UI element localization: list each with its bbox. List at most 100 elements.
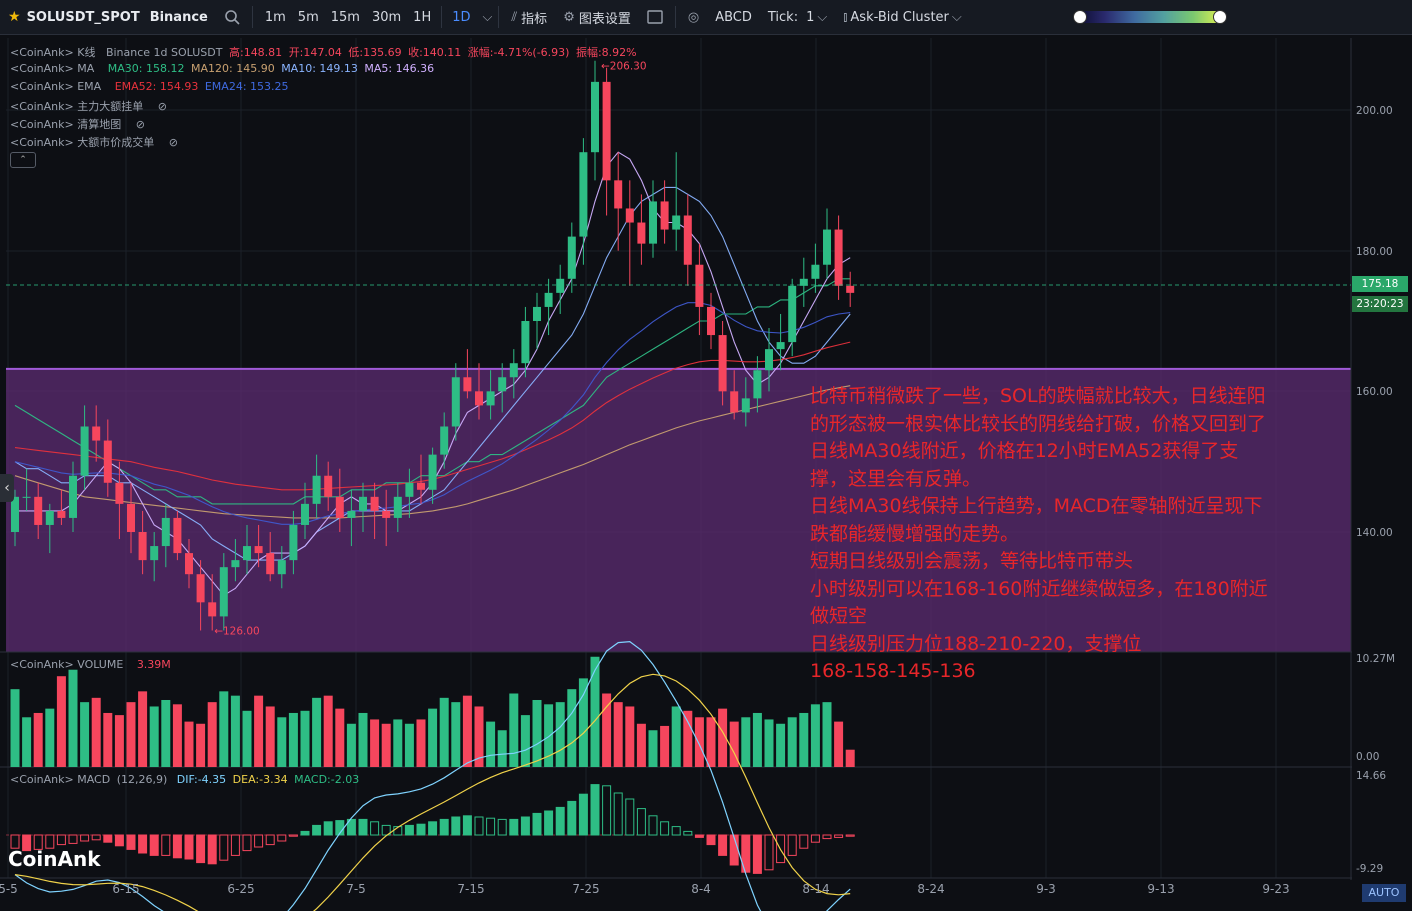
star-icon[interactable]: ★	[8, 9, 21, 25]
tick-label: Tick:	[767, 9, 799, 25]
symbol-selector[interactable]: ★ SOLUSDT_SPOT Binance	[0, 0, 216, 34]
candle-body	[440, 426, 449, 455]
annotation-line: 比特币稍微跌了一些，SOL的跌幅就比较大，日线连阳	[810, 385, 1266, 407]
macd-histogram-bar	[532, 812, 542, 836]
timeframe-1h[interactable]: 1H	[407, 10, 437, 25]
macd-histogram-bar	[207, 834, 217, 865]
volume-bar	[752, 712, 762, 767]
slider-handle-right[interactable]	[1213, 10, 1227, 24]
chart-settings-button[interactable]: ⚙ 图表设置	[555, 0, 639, 34]
macd-histogram-bar	[312, 824, 322, 836]
candle-body	[69, 475, 77, 518]
candle-body	[312, 475, 321, 504]
heatmap-color-slider[interactable]	[1073, 10, 1227, 24]
candle-body	[765, 349, 773, 371]
liquidation-legend[interactable]: <CoinAnk> 清算地图 ⊘	[10, 116, 148, 132]
timeframe-30m[interactable]: 30m	[366, 10, 407, 25]
eye-off-icon[interactable]: ⊘	[136, 118, 145, 131]
fullscreen-icon[interactable]	[639, 0, 671, 34]
candle-body	[695, 264, 704, 307]
chevron-left-icon[interactable]: ‹	[0, 474, 14, 502]
macd-axis-label: 14.66	[1356, 770, 1386, 782]
volume-bar	[764, 719, 774, 767]
volume-bar	[346, 723, 356, 767]
candle-body	[428, 454, 437, 490]
chevron-down-icon[interactable]: ⌵	[483, 10, 493, 25]
volume-bar	[114, 715, 124, 767]
macd-histogram-bar	[126, 834, 136, 850]
volume-bar	[497, 730, 507, 767]
timeframe-1m[interactable]: 1m	[259, 10, 292, 25]
candle-body	[498, 377, 507, 392]
timeframe-1d[interactable]: 1D	[446, 10, 476, 25]
search-icon[interactable]	[216, 0, 248, 34]
indicators-button[interactable]: ⫽ 指标	[503, 0, 555, 34]
volume-bar	[381, 723, 391, 767]
candle-body	[301, 503, 309, 525]
volume-bar	[462, 695, 472, 767]
candle-body	[475, 391, 483, 406]
macd-histogram-bar	[114, 834, 124, 847]
slider-handle-left[interactable]	[1073, 10, 1087, 24]
volume-bar	[602, 693, 612, 767]
candle-body	[683, 215, 692, 265]
volume-bar	[532, 699, 542, 767]
candle-body	[370, 496, 379, 511]
eye-off-icon[interactable]: ⊘	[158, 100, 167, 113]
candle-body	[509, 363, 518, 378]
candle-body	[57, 510, 66, 518]
macd-axis-label: -9.29	[1356, 863, 1383, 875]
timeframe-5m[interactable]: 5m	[292, 10, 325, 25]
collapse-legend-button[interactable]: ⌃	[10, 152, 36, 168]
date-axis-label: 8-4	[691, 882, 711, 896]
candle-body	[92, 426, 101, 441]
divider	[498, 6, 500, 28]
volume-bar	[254, 695, 264, 767]
kline-legend-prefix: <CoinAnk> K线	[10, 46, 96, 59]
candle-body	[811, 264, 820, 279]
candle-body	[649, 201, 657, 244]
date-axis-label: 9-13	[1147, 882, 1174, 896]
candle-body	[556, 278, 565, 293]
candle-body	[451, 377, 460, 427]
volume-bar	[68, 669, 78, 767]
abcd-button[interactable]: ABCD	[707, 0, 760, 34]
current-price-tag: 175.18	[1352, 276, 1408, 292]
date-axis-label: 8-24	[917, 882, 944, 896]
candle-body	[277, 560, 286, 575]
macd-histogram-bar	[752, 834, 762, 874]
timeframe-15m[interactable]: 15m	[325, 10, 366, 25]
orders-legend[interactable]: <CoinAnk> 主力大额挂单 ⊘	[10, 98, 170, 114]
volume-bar	[706, 717, 716, 767]
volume-bar	[265, 706, 275, 767]
candle-body	[347, 510, 356, 518]
volume-bar	[10, 689, 20, 767]
macd-histogram-bar	[172, 834, 182, 859]
large-trades-legend[interactable]: <CoinAnk> 大额市价成交单 ⊘	[10, 134, 181, 150]
divider	[251, 6, 253, 28]
cluster-selector[interactable]: ⫾ Ask-Bid Cluster ⌵	[835, 0, 970, 34]
ema-legend: <CoinAnk> EMA EMA52: 154.93 EMA24: 153.2…	[10, 80, 292, 93]
eye-icon[interactable]: ◎	[680, 0, 707, 34]
candle-body	[324, 475, 333, 497]
volume-bar	[404, 723, 414, 767]
tick-selector[interactable]: Tick: 1 ⌵	[760, 0, 835, 34]
candle-body	[672, 215, 681, 230]
candle-body	[266, 553, 275, 575]
volume-bar	[230, 695, 240, 767]
macd-dif: DIF:-4.35	[176, 773, 227, 786]
candle-body	[382, 510, 391, 518]
chevron-down-icon: ⌵	[817, 9, 828, 25]
volume-bar	[787, 717, 797, 767]
annotation-line: 日线MA30线保持上行趋势，MACD在零轴附近呈现下	[810, 495, 1263, 517]
symbol-name: SOLUSDT_SPOT	[26, 9, 140, 25]
macd-histogram-bar	[462, 815, 472, 836]
auto-scale-button[interactable]: AUTO	[1362, 884, 1406, 902]
annotation-line: 日线级别压力位188-210-220，支撑位	[810, 632, 1142, 655]
volume-bar	[149, 706, 159, 767]
volume-bar	[776, 723, 786, 767]
macd-params: (12,26,9)	[116, 773, 168, 786]
candle-body	[533, 306, 541, 321]
candle-body	[45, 510, 54, 525]
eye-off-icon[interactable]: ⊘	[169, 136, 178, 149]
